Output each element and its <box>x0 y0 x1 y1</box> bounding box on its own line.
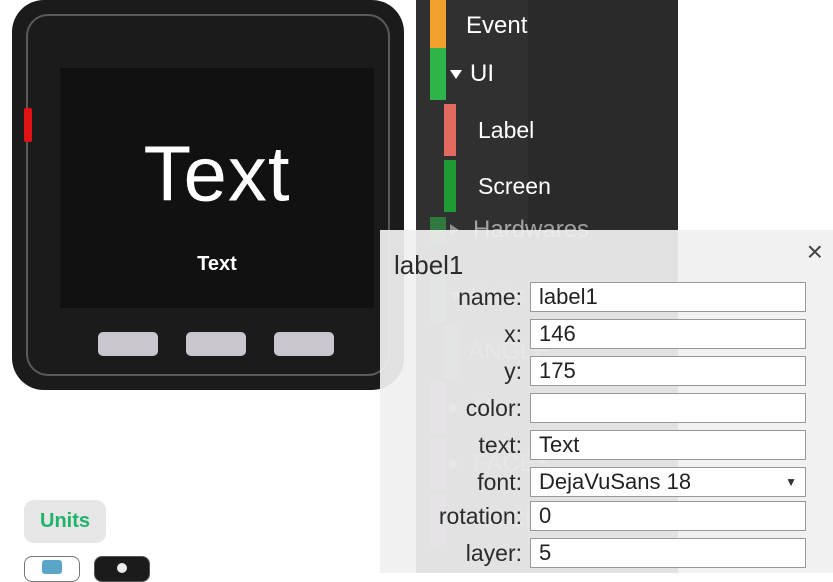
subcategory-label-bar <box>444 104 456 156</box>
prop-y-input[interactable] <box>530 356 806 386</box>
units-button[interactable]: Units <box>24 500 106 543</box>
prop-font-select[interactable]: DejaVuSans 18 ▼ <box>530 467 806 497</box>
properties-title: label1 <box>394 250 463 281</box>
unit-slot-1[interactable] <box>24 556 80 582</box>
prop-x-input[interactable] <box>530 319 806 349</box>
subcategory-screen[interactable]: Screen <box>416 160 678 212</box>
device-frame: Text Text <box>12 0 404 390</box>
subcategory-screen-text: Screen <box>478 173 551 200</box>
subcategory-label[interactable]: Label <box>416 104 678 156</box>
chevron-down-icon <box>450 70 462 79</box>
device-hw-button-c[interactable] <box>274 332 334 356</box>
prop-rotation-label: rotation: <box>380 503 530 530</box>
preview-label1-text[interactable]: Text <box>197 253 237 276</box>
category-ui-label: UI <box>470 60 494 88</box>
close-icon[interactable]: × <box>807 238 823 266</box>
prop-color-input[interactable] <box>530 393 806 423</box>
prop-font-label: font: <box>380 469 530 496</box>
category-event-bar <box>430 0 446 52</box>
prop-text-label: text: <box>380 432 530 459</box>
prop-y-label: y: <box>380 358 530 385</box>
category-ui[interactable]: UI <box>416 48 678 100</box>
prop-font-value: DejaVuSans 18 <box>539 469 691 495</box>
prop-text-input[interactable] <box>530 430 806 460</box>
subcategory-label-text: Label <box>478 117 534 144</box>
properties-panel: × label1 name: x: y: color: text: font: … <box>380 230 833 573</box>
subcategory-screen-bar <box>444 160 456 212</box>
unit-slot-2[interactable] <box>94 556 150 582</box>
chevron-down-icon: ▼ <box>785 475 797 489</box>
prop-x-label: x: <box>380 321 530 348</box>
prop-name-label: name: <box>380 284 530 311</box>
device-screen[interactable]: Text Text <box>60 68 374 308</box>
preview-label0-text[interactable]: Text <box>143 128 290 219</box>
preview-pane: Text Text Units <box>0 0 416 573</box>
device-side-marker <box>24 108 32 142</box>
prop-color-label: color: <box>380 395 530 422</box>
category-ui-bar <box>430 48 446 100</box>
prop-layer-label: layer: <box>380 540 530 567</box>
prop-name-input[interactable] <box>530 282 806 312</box>
category-event[interactable]: Event <box>416 0 678 52</box>
device-hw-button-a[interactable] <box>98 332 158 356</box>
category-event-label: Event <box>466 12 527 40</box>
device-hw-button-b[interactable] <box>186 332 246 356</box>
prop-layer-input[interactable] <box>530 538 806 568</box>
prop-rotation-input[interactable] <box>530 501 806 531</box>
